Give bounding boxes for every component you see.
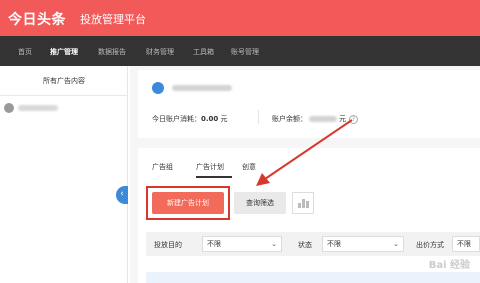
- ad-account-icon: [4, 103, 14, 113]
- divider: [258, 110, 259, 124]
- goal-label: 投放目的: [154, 241, 182, 249]
- tab-ad-plan[interactable]: 广告计划: [196, 162, 224, 172]
- goal-select[interactable]: 不限 ⌄: [202, 236, 282, 252]
- status-select[interactable]: 不限 ⌄: [322, 236, 404, 252]
- today-spend: 今日账户消耗：0.00 元: [152, 114, 228, 124]
- user-icon: [152, 82, 164, 94]
- collapse-sidebar-button[interactable]: ‹: [116, 186, 128, 204]
- chevron-down-icon: ⌄: [271, 240, 277, 248]
- chevron-down-icon: ⌄: [393, 240, 399, 248]
- query-filter-button[interactable]: 查询筛选: [234, 192, 286, 214]
- blurred-account-name: [18, 105, 58, 111]
- nav-item-account[interactable]: 账号管理: [231, 47, 259, 57]
- account-balance: 账户余额： 元?: [272, 114, 358, 124]
- nav-item-promotion[interactable]: 推广管理: [50, 47, 78, 57]
- spend-label: 今日账户消耗：: [152, 115, 201, 123]
- bid-value: 不限: [457, 240, 471, 248]
- blurred-balance: [309, 116, 337, 122]
- new-ad-plan-button[interactable]: 新建广告计划: [152, 192, 224, 214]
- blurred-account-name: [172, 85, 232, 91]
- status-label: 状态: [298, 241, 312, 249]
- spend-value: 0.00: [201, 115, 219, 123]
- main-nav: 首页 推广管理 数据报告 财务管理 工具箱 账号管理: [0, 36, 480, 66]
- goal-value: 不限: [207, 240, 221, 248]
- app-logo[interactable]: 今日头条: [8, 9, 66, 29]
- tab-ad-group[interactable]: 广告组: [152, 162, 173, 172]
- nav-item-finance[interactable]: 财务管理: [146, 47, 174, 57]
- balance-label: 账户余额：: [272, 115, 307, 123]
- status-value: 不限: [327, 240, 341, 248]
- table-header-strip: [146, 272, 480, 283]
- help-icon[interactable]: ?: [349, 114, 358, 124]
- sidebar-title[interactable]: 所有广告内容: [0, 66, 128, 96]
- nav-item-toolbox[interactable]: 工具箱: [193, 47, 214, 57]
- nav-item-reports[interactable]: 数据报告: [98, 47, 126, 57]
- main-area: 今日账户消耗：0.00 元 账户余额： 元? 广告组 广告计划 创意 新建广告计划…: [130, 66, 480, 283]
- sidebar-item[interactable]: [4, 103, 124, 117]
- sidebar: 所有广告内容 ‹: [0, 66, 128, 283]
- nav-item-home[interactable]: 首页: [18, 47, 32, 57]
- spend-unit: 元: [220, 115, 228, 123]
- account-card: 今日账户消耗：0.00 元 账户余额： 元?: [138, 70, 480, 138]
- active-tab-indicator: [196, 176, 232, 178]
- tab-creative[interactable]: 创意: [242, 162, 256, 172]
- bid-label: 出价方式: [416, 241, 444, 249]
- chart-icon[interactable]: [292, 192, 314, 214]
- bid-select[interactable]: 不限: [452, 236, 480, 252]
- platform-title: 投放管理平台: [80, 13, 146, 26]
- filter-bar: 投放目的 不限 ⌄ 状态 不限 ⌄ 出价方式 不限: [146, 232, 480, 256]
- balance-unit: 元: [339, 115, 346, 123]
- top-header: 今日头条 投放管理平台: [0, 0, 480, 36]
- watermark: Bai 经验: [428, 260, 470, 271]
